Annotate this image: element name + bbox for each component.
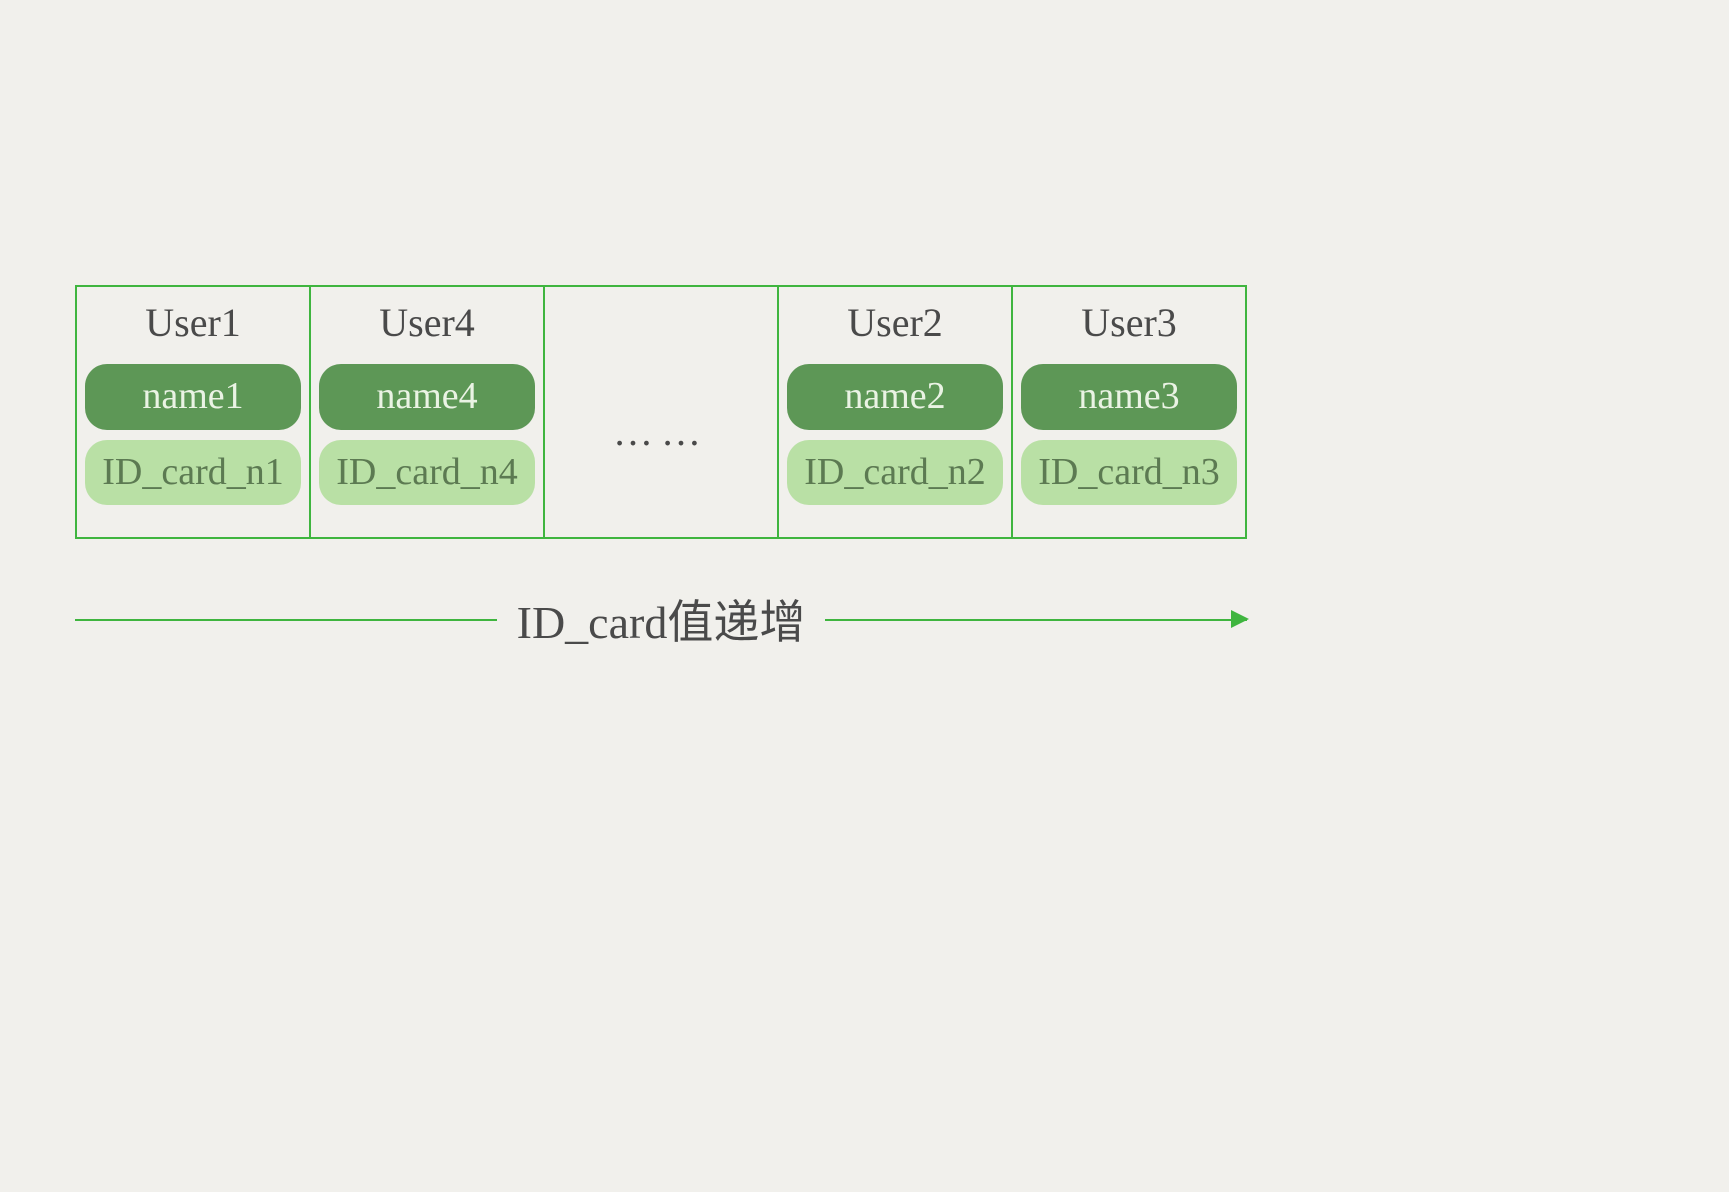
idcard-pill: ID_card_n4 (319, 440, 535, 506)
name-pill: name2 (787, 364, 1003, 430)
arrow-row: ID_card值递增 (75, 579, 1247, 659)
user-label: User3 (1081, 299, 1177, 346)
user-label: User4 (379, 299, 475, 346)
user-label: User2 (847, 299, 943, 346)
name-pill: name4 (319, 364, 535, 430)
name-pill: name3 (1021, 364, 1237, 430)
user-label: User1 (145, 299, 241, 346)
ellipsis-text: …… (613, 408, 709, 455)
cell-ellipsis: …… (545, 287, 779, 537)
cell-user2: User2 name2 ID_card_n2 (779, 287, 1013, 537)
cell-user3: User3 name3 ID_card_n3 (1013, 287, 1245, 537)
cells-row: User1 name1 ID_card_n1 User4 name4 ID_ca… (75, 285, 1247, 539)
arrow-label: ID_card值递增 (497, 586, 826, 652)
cell-user1: User1 name1 ID_card_n1 (77, 287, 311, 537)
cell-user4: User4 name4 ID_card_n4 (311, 287, 545, 537)
arrow-head-icon (1231, 610, 1249, 628)
diagram-container: User1 name1 ID_card_n1 User4 name4 ID_ca… (75, 285, 1247, 659)
idcard-pill: ID_card_n1 (85, 440, 301, 506)
idcard-pill: ID_card_n2 (787, 440, 1003, 506)
name-pill: name1 (85, 364, 301, 430)
idcard-pill: ID_card_n3 (1021, 440, 1237, 506)
